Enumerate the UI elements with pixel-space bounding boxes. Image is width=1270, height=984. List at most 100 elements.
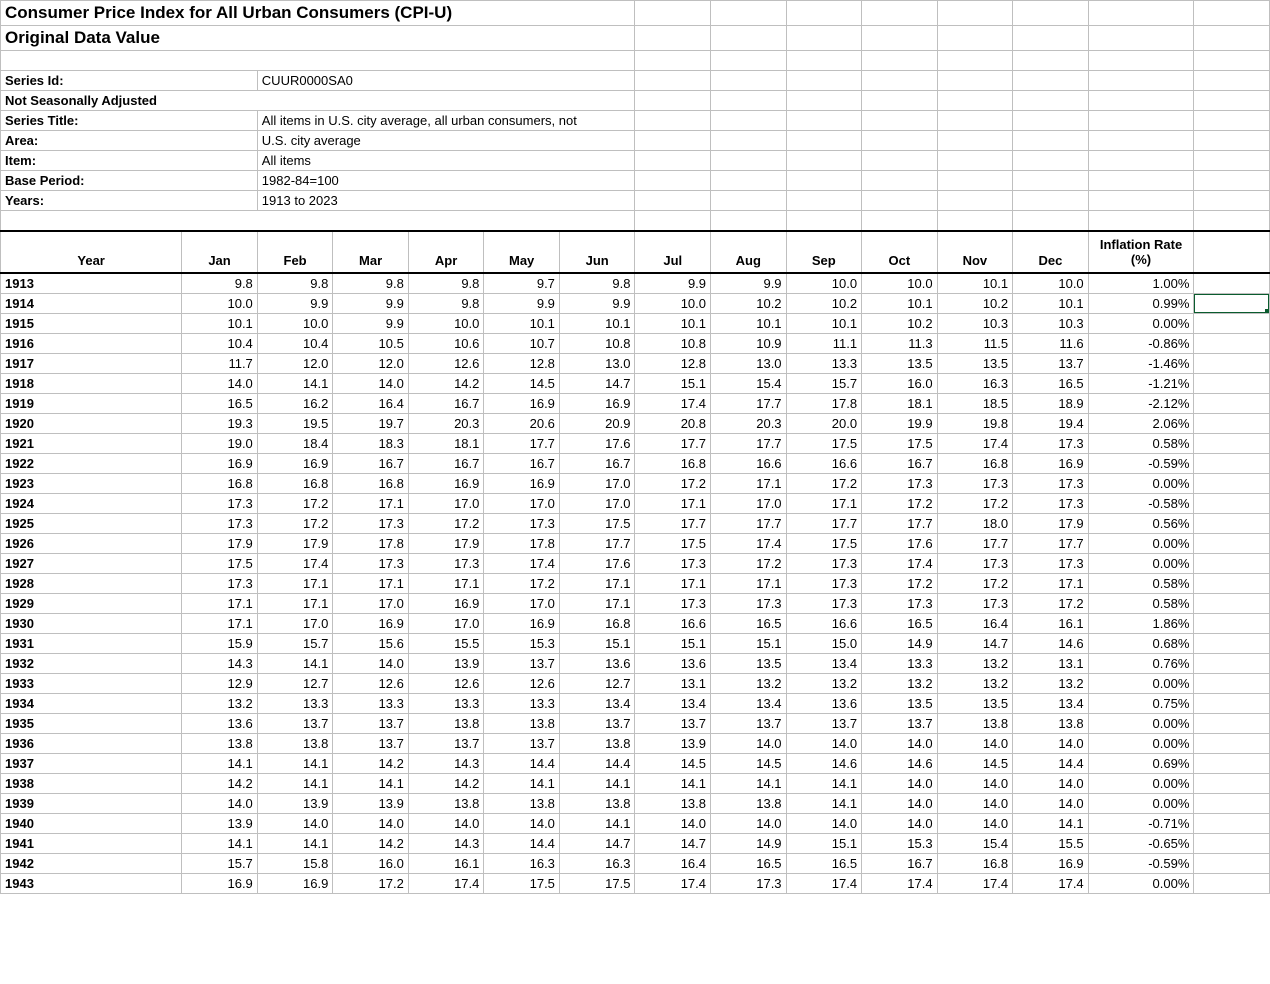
value-cell[interactable]: 15.5 [408,633,484,653]
rate-cell[interactable]: -1.21% [1088,373,1194,393]
value-cell[interactable]: 14.0 [862,773,938,793]
empty-cell[interactable] [711,91,787,111]
value-cell[interactable]: 17.2 [484,573,560,593]
value-cell[interactable]: 14.0 [182,373,258,393]
rate-cell[interactable]: 0.75% [1088,693,1194,713]
value-cell[interactable]: 13.3 [862,653,938,673]
value-cell[interactable]: 14.4 [1013,753,1089,773]
value-cell[interactable]: 14.1 [182,753,258,773]
rate-cell[interactable]: -0.59% [1088,853,1194,873]
empty-cell[interactable] [635,151,711,171]
value-cell[interactable]: 17.2 [1013,593,1089,613]
empty-cell[interactable] [635,171,711,191]
value-cell[interactable]: 17.0 [559,493,635,513]
year-cell[interactable]: 1916 [1,333,182,353]
value-cell[interactable]: 13.2 [937,653,1013,673]
rate-cell[interactable]: 0.58% [1088,593,1194,613]
value-cell[interactable]: 14.0 [408,813,484,833]
year-cell[interactable]: 1921 [1,433,182,453]
value-cell[interactable]: 17.9 [1013,513,1089,533]
empty-cell[interactable] [1013,91,1089,111]
empty-cell[interactable] [1194,653,1270,673]
value-cell[interactable]: 14.0 [1013,793,1089,813]
rate-cell[interactable]: 0.58% [1088,433,1194,453]
value-cell[interactable]: 10.0 [1013,273,1089,294]
value-cell[interactable]: 16.6 [786,613,862,633]
value-cell[interactable]: 14.1 [786,773,862,793]
empty-cell[interactable] [1194,593,1270,613]
value-cell[interactable]: 17.4 [862,873,938,893]
value-cell[interactable]: 13.7 [484,733,560,753]
value-cell[interactable]: 13.4 [1013,693,1089,713]
value-cell[interactable]: 13.5 [937,693,1013,713]
value-cell[interactable]: 14.2 [408,773,484,793]
value-cell[interactable]: 13.9 [182,813,258,833]
value-cell[interactable]: 17.1 [1013,573,1089,593]
rate-cell[interactable]: 0.76% [1088,653,1194,673]
value-cell[interactable]: 13.7 [484,653,560,673]
value-cell[interactable]: 10.2 [862,313,938,333]
value-cell[interactable]: 17.3 [786,593,862,613]
value-cell[interactable]: 13.3 [786,353,862,373]
value-cell[interactable]: 17.1 [408,573,484,593]
value-cell[interactable]: 16.3 [937,373,1013,393]
value-cell[interactable]: 17.1 [635,573,711,593]
empty-cell[interactable] [1013,71,1089,91]
empty-cell[interactable] [1194,553,1270,573]
value-cell[interactable]: 13.4 [635,693,711,713]
value-cell[interactable]: 14.5 [711,753,787,773]
value-cell[interactable]: 13.3 [333,693,409,713]
value-cell[interactable]: 14.0 [711,813,787,833]
empty-cell[interactable] [1013,211,1089,231]
value-cell[interactable]: 14.6 [786,753,862,773]
value-cell[interactable]: 14.1 [257,773,333,793]
value-cell[interactable]: 19.8 [937,413,1013,433]
rate-cell[interactable]: 0.00% [1088,673,1194,693]
value-cell[interactable]: 17.4 [635,393,711,413]
rate-cell[interactable]: -0.58% [1088,493,1194,513]
value-cell[interactable]: 13.9 [408,653,484,673]
empty-cell[interactable] [1088,26,1194,51]
value-cell[interactable]: 17.0 [408,493,484,513]
empty-cell[interactable] [1194,91,1270,111]
value-cell[interactable]: 16.7 [862,853,938,873]
value-cell[interactable]: 14.9 [711,833,787,853]
empty-cell[interactable] [711,71,787,91]
value-cell[interactable]: 16.8 [182,473,258,493]
value-cell[interactable]: 12.7 [257,673,333,693]
value-cell[interactable]: 16.7 [408,393,484,413]
value-cell[interactable]: 18.3 [333,433,409,453]
value-cell[interactable]: 17.7 [711,393,787,413]
empty-cell[interactable] [635,131,711,151]
value-cell[interactable]: 17.5 [635,533,711,553]
value-cell[interactable]: 10.1 [559,313,635,333]
value-cell[interactable]: 16.5 [182,393,258,413]
value-cell[interactable]: 13.3 [257,693,333,713]
value-cell[interactable]: 17.4 [635,873,711,893]
value-cell[interactable]: 12.9 [182,673,258,693]
value-cell[interactable]: 14.0 [937,733,1013,753]
value-cell[interactable]: 17.0 [559,473,635,493]
value-cell[interactable]: 13.4 [786,653,862,673]
value-cell[interactable]: 10.9 [711,333,787,353]
value-cell[interactable]: 16.9 [182,453,258,473]
value-cell[interactable]: 13.7 [333,733,409,753]
value-cell[interactable]: 12.6 [408,353,484,373]
value-cell[interactable]: 17.3 [635,553,711,573]
value-cell[interactable]: 10.0 [635,293,711,313]
empty-cell[interactable] [1013,171,1089,191]
value-cell[interactable]: 17.3 [862,473,938,493]
value-cell[interactable]: 13.7 [711,713,787,733]
value-cell[interactable]: 13.3 [484,693,560,713]
empty-cell[interactable] [1194,433,1270,453]
empty-cell[interactable] [1013,1,1089,26]
value-cell[interactable]: 17.7 [635,433,711,453]
rate-cell[interactable]: 0.00% [1088,553,1194,573]
value-cell[interactable]: 13.8 [408,713,484,733]
value-cell[interactable]: 13.2 [862,673,938,693]
year-cell[interactable]: 1924 [1,493,182,513]
value-cell[interactable]: 13.5 [711,653,787,673]
value-cell[interactable]: 17.6 [559,433,635,453]
value-cell[interactable]: 15.7 [786,373,862,393]
empty-cell[interactable] [862,26,938,51]
